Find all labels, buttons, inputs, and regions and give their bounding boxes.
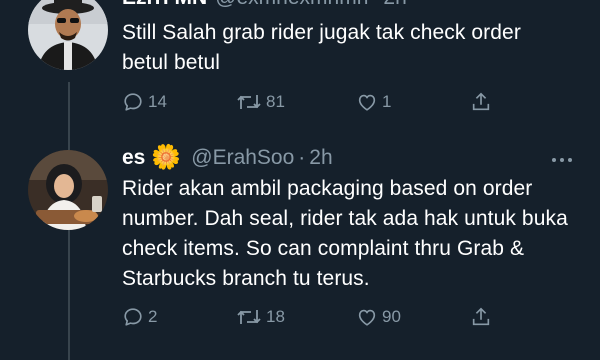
share-button[interactable] bbox=[470, 91, 492, 113]
more-dot bbox=[552, 158, 556, 162]
tweet-actions: 14 81 1 bbox=[122, 91, 502, 115]
heart-icon bbox=[356, 91, 378, 113]
more-dot bbox=[568, 158, 572, 162]
retweet-icon bbox=[236, 91, 262, 113]
tweet-text: Still Salah grab rider jugak tak check o… bbox=[122, 21, 521, 74]
like-count: 1 bbox=[382, 92, 392, 111]
tweet-header: Ezrri MN @exmnexmnmn · 2h bbox=[122, 0, 407, 10]
retweet-count: 18 bbox=[266, 307, 285, 326]
reply-button[interactable]: 14 bbox=[122, 91, 167, 113]
avatar-image bbox=[28, 150, 108, 230]
separator-dot: · bbox=[298, 146, 306, 169]
author-handle[interactable]: @ErahSoo bbox=[191, 146, 294, 170]
tweet-card[interactable]: Ezrri MN @exmnexmnmn · 2h Still Salah gr… bbox=[0, 0, 600, 130]
reply-count: 14 bbox=[148, 92, 167, 111]
retweet-count: 81 bbox=[266, 92, 285, 111]
tweet-actions: 2 18 90 bbox=[122, 306, 502, 330]
timeline: Ezrri MN @exmnexmnmn · 2h Still Salah gr… bbox=[0, 0, 600, 360]
reply-count: 2 bbox=[148, 307, 158, 326]
like-button[interactable]: 90 bbox=[356, 306, 401, 328]
author-name[interactable]: Ezrri MN bbox=[122, 0, 207, 10]
share-icon bbox=[470, 91, 492, 113]
separator-dot: · bbox=[372, 0, 379, 10]
more-dot bbox=[560, 158, 564, 162]
share-button[interactable] bbox=[470, 306, 492, 328]
retweet-button[interactable]: 18 bbox=[236, 306, 285, 328]
more-icon[interactable] bbox=[552, 158, 572, 162]
timestamp[interactable]: 2h bbox=[383, 0, 406, 10]
share-icon bbox=[470, 306, 492, 328]
like-button[interactable]: 1 bbox=[356, 91, 391, 113]
retweet-icon bbox=[236, 306, 262, 328]
timestamp[interactable]: 2h bbox=[309, 146, 332, 170]
like-count: 90 bbox=[382, 307, 401, 326]
avatar[interactable] bbox=[28, 150, 108, 230]
author-name[interactable]: es bbox=[122, 146, 145, 170]
reply-icon bbox=[122, 91, 144, 113]
flower-emoji: 🌼 bbox=[151, 144, 182, 171]
avatar[interactable] bbox=[28, 0, 108, 70]
reply-icon bbox=[122, 306, 144, 328]
reply-button[interactable]: 2 bbox=[122, 306, 157, 328]
avatar-image bbox=[28, 0, 108, 70]
tweet-header: es 🌼 @ErahSoo · 2h bbox=[122, 146, 333, 170]
retweet-button[interactable]: 81 bbox=[236, 91, 285, 113]
author-handle[interactable]: @exmnexmnmn bbox=[215, 0, 368, 10]
tweet-text: Rider akan ambil packaging based on orde… bbox=[122, 177, 568, 290]
heart-icon bbox=[356, 306, 378, 328]
tweet-card[interactable]: es 🌼 @ErahSoo · 2h Rider akan ambil pack… bbox=[0, 130, 600, 360]
